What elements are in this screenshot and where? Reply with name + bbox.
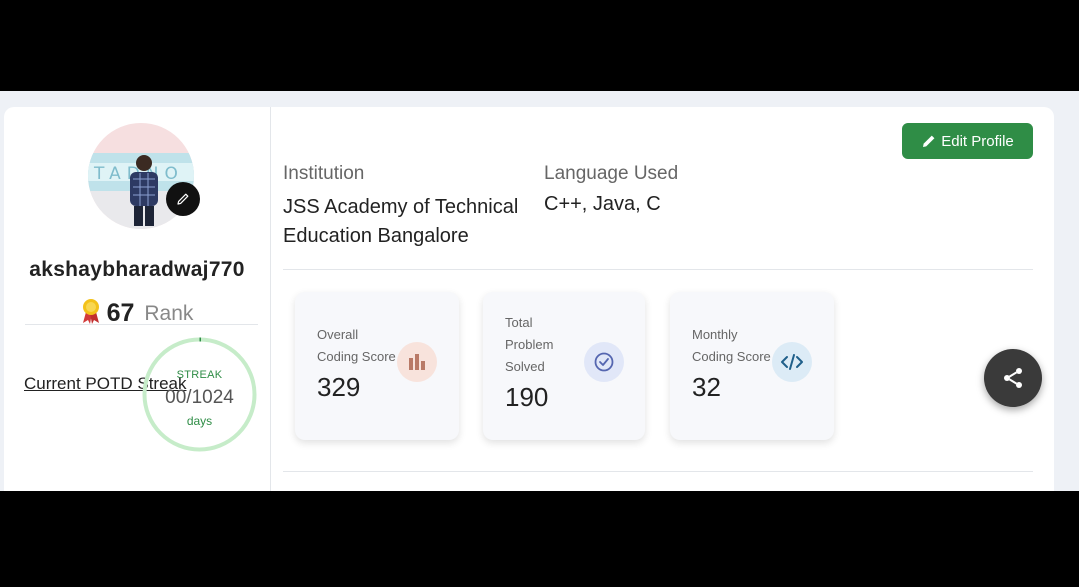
check-circle-icon	[584, 342, 624, 382]
streak-days-label: days	[186, 414, 213, 428]
edit-profile-label: Edit Profile	[941, 132, 1014, 150]
streak-value: 00/1024	[165, 387, 234, 408]
stat-card-overall-score: Overall Coding Score 329	[295, 292, 459, 440]
divider	[283, 269, 1033, 270]
divider	[283, 471, 1033, 472]
streak-label: STREAK	[176, 369, 223, 381]
pencil-icon[interactable]	[166, 182, 200, 216]
page-background: TADNO	[0, 91, 1079, 491]
language-label: Language Used	[544, 163, 679, 184]
username: akshaybharadwaj770	[29, 258, 245, 281]
stat-card-problems-solved: Total Problem Solved 190	[483, 292, 645, 440]
divider	[25, 324, 258, 325]
profile-sidebar: TADNO	[4, 107, 271, 491]
stat-label: Overall Coding Score	[317, 327, 396, 364]
bar-chart-icon	[397, 342, 437, 382]
stat-label: Total Problem Solved	[505, 315, 554, 374]
language-value: C++, Java, C	[544, 193, 661, 215]
avatar-container: TADNO	[88, 123, 200, 229]
profile-card: TADNO	[4, 107, 1054, 491]
edit-profile-button[interactable]: Edit Profile	[902, 123, 1033, 159]
rank-label: Rank	[144, 301, 194, 325]
stat-card-monthly-score: Monthly Coding Score 32	[670, 292, 834, 440]
share-button[interactable]	[984, 349, 1042, 407]
stat-label: Monthly Coding Score	[692, 327, 771, 364]
pencil-icon	[923, 135, 935, 147]
institution-value: JSS Academy of Technical Education Banga…	[283, 196, 519, 247]
code-icon	[772, 342, 812, 382]
stat-value: 32	[692, 372, 721, 402]
stat-value: 190	[505, 382, 549, 412]
share-icon	[1004, 368, 1022, 388]
institution-label: Institution	[283, 163, 365, 184]
stat-value: 329	[317, 372, 361, 402]
